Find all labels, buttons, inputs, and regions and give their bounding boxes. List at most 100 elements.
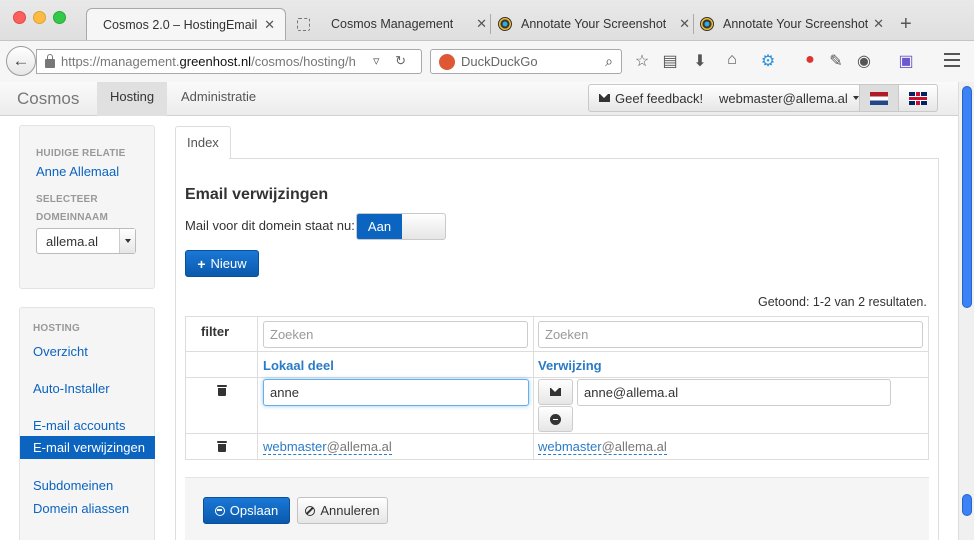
- relation-heading: HUIDIGE RELATIE: [36, 148, 126, 159]
- tab-index[interactable]: Index: [175, 126, 231, 159]
- mail-status-label: Mail voor dit domein staat nu:: [185, 218, 355, 233]
- browser-toolbar: ← https://management.greenhost.nl/cosmos…: [0, 40, 974, 82]
- network-icon[interactable]: ⚙: [758, 51, 778, 71]
- envelope-icon: [550, 388, 561, 396]
- new-forward-button[interactable]: + Nieuw: [185, 250, 259, 277]
- nav-item-administratie[interactable]: Administratie: [168, 82, 269, 116]
- filter-target-input[interactable]: Zoeken: [538, 321, 923, 348]
- tab-border-right: [938, 158, 939, 540]
- tab-label: Annotate Your Screenshot: [521, 17, 667, 31]
- feedback-label: Geef feedback!: [615, 90, 704, 106]
- flag-uk-icon: [909, 91, 927, 105]
- browser-tab-cosmos-management[interactable]: Cosmos Management ✕: [297, 8, 487, 40]
- forwards-table: filter Zoeken Zoeken Lokaal deel Verwijz…: [185, 316, 929, 460]
- window-addon-icon[interactable]: ▣: [896, 51, 916, 71]
- feedback-button[interactable]: Geef feedback!: [588, 84, 715, 112]
- back-button[interactable]: ←: [6, 46, 36, 76]
- tab-label: Cosmos 2.0 – HostingEmail: [103, 17, 258, 32]
- relation-panel: HUIDIGE RELATIE Anne Allemaal SELECTEER …: [19, 125, 155, 289]
- close-tab-icon[interactable]: ✕: [476, 16, 487, 32]
- local-part-input[interactable]: anne: [263, 379, 529, 406]
- scrollbar-thumb[interactable]: [962, 86, 972, 308]
- screenshot-addon-icon[interactable]: ◉: [854, 51, 874, 71]
- save-button[interactable]: Opslaan: [203, 497, 290, 524]
- bookmark-star-icon[interactable]: ☆: [632, 51, 652, 71]
- menu-icon[interactable]: [944, 53, 960, 67]
- form-actions: Opslaan Annuleren: [185, 477, 929, 540]
- page-content: Cosmos Hosting Administratie Geef feedba…: [0, 82, 958, 540]
- tab-border-left: [175, 158, 176, 540]
- trash-icon[interactable]: [217, 441, 227, 452]
- toggle-on-label: Aan: [357, 214, 402, 239]
- language-nl-button[interactable]: [859, 84, 899, 112]
- cancel-label: Annuleren: [320, 503, 380, 518]
- domain-select[interactable]: allema.al: [36, 228, 136, 254]
- column-header-local[interactable]: Lokaal deel: [263, 358, 334, 373]
- relation-name-link[interactable]: Anne Allemaal: [36, 164, 119, 179]
- minimize-window-button[interactable]: [33, 11, 46, 24]
- blank-page-icon: [297, 17, 310, 31]
- close-tab-icon[interactable]: ✕: [264, 17, 275, 33]
- plus-icon: +: [197, 255, 206, 272]
- language-en-button[interactable]: [898, 84, 938, 112]
- user-label: webmaster@allema.al: [719, 90, 848, 106]
- column-divider: [257, 317, 258, 459]
- search-bar[interactable]: DuckDuckGo ⌕: [430, 49, 622, 74]
- download-icon[interactable]: ⬇: [690, 51, 710, 71]
- email-target-button[interactable]: [538, 379, 573, 405]
- user-menu-button[interactable]: webmaster@allema.al: [711, 84, 868, 112]
- tab-label: Annotate Your Screenshot: [723, 17, 869, 31]
- sidebar-item-domein-aliassen[interactable]: Domein aliassen: [33, 501, 129, 516]
- reading-list-icon[interactable]: ▤: [660, 51, 680, 71]
- target-link[interactable]: webmaster@allema.al: [538, 440, 667, 455]
- close-tab-icon[interactable]: ✕: [873, 16, 884, 32]
- new-tab-icon[interactable]: +: [900, 13, 912, 36]
- tab-separator: [693, 14, 694, 34]
- sidebar-item-subdomeinen[interactable]: Subdomeinen: [33, 478, 113, 493]
- top-navbar: Cosmos Hosting Administratie Geef feedba…: [0, 82, 958, 116]
- sidebar-item-auto-installer[interactable]: Auto-Installer: [33, 381, 110, 396]
- reload-icon[interactable]: ▿ ↻: [373, 53, 412, 69]
- tab-label: Cosmos Management: [331, 17, 454, 31]
- remove-target-button[interactable]: [538, 406, 573, 432]
- addon-icon[interactable]: ●: [800, 51, 820, 69]
- nav-item-hosting[interactable]: Hosting: [97, 82, 168, 116]
- column-divider: [533, 317, 534, 459]
- row-divider: [186, 433, 928, 434]
- browser-tab-hosting-email[interactable]: Cosmos 2.0 – HostingEmail ✕: [86, 8, 286, 40]
- browser-tab-annotate-2[interactable]: Annotate Your Screenshot ✕: [700, 8, 892, 40]
- search-placeholder: DuckDuckGo: [461, 54, 538, 69]
- camera-icon: [498, 17, 512, 31]
- zoom-window-button[interactable]: [53, 11, 66, 24]
- filter-local-input[interactable]: Zoeken: [263, 321, 528, 348]
- page-scrollbar[interactable]: [958, 82, 974, 540]
- pen-icon[interactable]: ✎: [826, 51, 846, 71]
- minus-circle-icon: [550, 413, 561, 425]
- home-icon[interactable]: ⌂: [722, 51, 742, 69]
- close-window-button[interactable]: [13, 11, 26, 24]
- save-label: Opslaan: [229, 503, 279, 518]
- caret-down-icon: [852, 96, 859, 100]
- mail-toggle[interactable]: Aan: [356, 213, 446, 240]
- local-part-link[interactable]: webmaster@allema.al: [263, 440, 392, 455]
- sidebar-item-email-verwijzingen[interactable]: E-mail verwijzingen: [20, 436, 155, 459]
- column-header-target[interactable]: Verwijzing: [538, 358, 602, 373]
- url-bar[interactable]: https://management.greenhost.nl/cosmos/h…: [36, 49, 422, 74]
- browser-tab-annotate-1[interactable]: Annotate Your Screenshot ✕: [498, 8, 690, 40]
- scrollbar-thumb-bottom[interactable]: [962, 494, 972, 516]
- search-icon[interactable]: ⌕: [605, 53, 613, 70]
- duckduckgo-icon: [439, 53, 455, 70]
- trash-icon[interactable]: [217, 385, 227, 396]
- target-input[interactable]: anne@allema.al: [577, 379, 891, 406]
- cancel-button[interactable]: Annuleren: [297, 497, 388, 524]
- hosting-heading: HOSTING: [33, 323, 80, 334]
- sidebar-item-email-accounts[interactable]: E-mail accounts: [33, 418, 125, 433]
- brand-logo[interactable]: Cosmos: [17, 89, 79, 109]
- browser-chrome: Cosmos 2.0 – HostingEmail ✕ Cosmos Manag…: [0, 0, 974, 82]
- close-tab-icon[interactable]: ✕: [679, 16, 690, 32]
- camera-icon: [700, 17, 714, 31]
- row-divider: [186, 351, 928, 352]
- sidebar-item-overzicht[interactable]: Overzicht: [33, 344, 88, 359]
- select-heading: SELECTEER: [36, 194, 98, 205]
- ok-circle-icon: [214, 505, 225, 516]
